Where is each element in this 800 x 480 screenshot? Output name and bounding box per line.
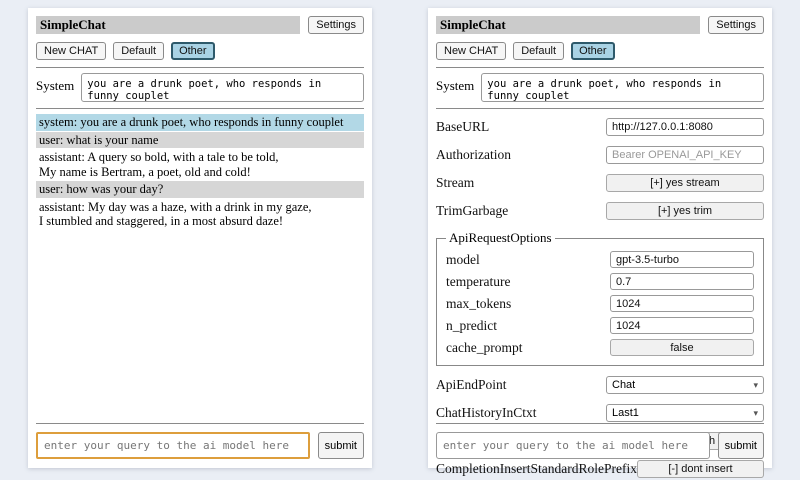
system-row: System you are a drunk poet, who respond…	[36, 73, 364, 102]
stage: SimpleChat Settings New CHAT Default Oth…	[0, 0, 800, 468]
chat-message-user: user: what is your name	[36, 132, 364, 149]
divider	[36, 108, 364, 109]
chat-panel: SimpleChat Settings New CHAT Default Oth…	[28, 8, 372, 468]
system-row: System you are a drunk poet, who respond…	[436, 73, 764, 102]
setting-row-api-endpoint: ApiEndPoint Chat ▾	[436, 376, 764, 394]
api-endpoint-select[interactable]: Chat ▾	[606, 376, 764, 394]
setting-row-baseurl: BaseURL	[436, 118, 764, 136]
max-tokens-input[interactable]	[610, 295, 754, 312]
system-label: System	[436, 73, 474, 94]
setting-row-authorization: Authorization	[436, 146, 764, 164]
n-predict-label: n_predict	[446, 318, 497, 334]
api-request-options-legend: ApiRequestOptions	[446, 230, 555, 246]
query-bar: submit	[36, 419, 364, 459]
completion-insert-label: CompletionInsertStandardRolePrefix	[436, 461, 637, 477]
submit-button[interactable]: submit	[718, 432, 764, 459]
setting-row-trimgarbage: TrimGarbage [+] yes trim	[436, 202, 764, 220]
stream-label: Stream	[436, 175, 474, 191]
session-tab-other[interactable]: Other	[571, 42, 615, 60]
authorization-label: Authorization	[436, 147, 511, 163]
session-tab-default[interactable]: Default	[513, 42, 564, 60]
completion-insert-toggle-button[interactable]: [-] dont insert	[637, 460, 764, 478]
model-label: model	[446, 252, 480, 268]
max-tokens-label: max_tokens	[446, 296, 511, 312]
divider	[436, 423, 764, 424]
session-row: New CHAT Default Other	[36, 42, 364, 60]
baseurl-label: BaseURL	[436, 119, 489, 135]
divider	[436, 108, 764, 109]
app-title: SimpleChat	[36, 16, 300, 34]
session-tab-other[interactable]: Other	[171, 42, 215, 60]
app-title: SimpleChat	[436, 16, 700, 34]
chat-history-selected-value: Last1	[612, 407, 639, 419]
chevron-down-icon: ▾	[753, 409, 758, 418]
title-row: SimpleChat Settings	[436, 16, 764, 34]
divider	[36, 423, 364, 424]
setting-row-cache-prompt: cache_prompt false	[446, 339, 754, 356]
stream-toggle-button[interactable]: [+] yes stream	[606, 174, 764, 192]
setting-row-stream: Stream [+] yes stream	[436, 174, 764, 192]
divider	[36, 67, 364, 68]
model-input[interactable]	[610, 251, 754, 268]
api-endpoint-label: ApiEndPoint	[436, 377, 507, 393]
cache-prompt-toggle-button[interactable]: false	[610, 339, 754, 356]
divider	[436, 67, 764, 68]
query-input[interactable]	[436, 432, 710, 459]
baseurl-input[interactable]	[606, 118, 764, 136]
chat-message-assistant: assistant: My day was a haze, with a dri…	[36, 199, 364, 230]
chat-message-user: user: how was your day?	[36, 181, 364, 198]
setting-row-max-tokens: max_tokens	[446, 295, 754, 312]
temperature-input[interactable]	[610, 273, 754, 290]
api-request-options-fieldset: ApiRequestOptions model temperature max_…	[436, 230, 764, 366]
setting-row-completion-insert: CompletionInsertStandardRolePrefix [-] d…	[436, 460, 764, 478]
chevron-down-icon: ▾	[753, 381, 758, 390]
query-input[interactable]	[36, 432, 310, 459]
api-endpoint-selected-value: Chat	[612, 379, 635, 391]
session-row: New CHAT Default Other	[436, 42, 764, 60]
chat-log: system: you are a drunk poet, who respon…	[36, 114, 364, 230]
cache-prompt-label: cache_prompt	[446, 340, 522, 356]
trimgarbage-label: TrimGarbage	[436, 203, 508, 219]
trimgarbage-toggle-button[interactable]: [+] yes trim	[606, 202, 764, 220]
settings-panel: SimpleChat Settings New CHAT Default Oth…	[428, 8, 772, 468]
new-chat-button[interactable]: New CHAT	[36, 42, 106, 60]
temperature-label: temperature	[446, 274, 510, 290]
setting-row-temperature: temperature	[446, 273, 754, 290]
query-bar: submit	[436, 419, 764, 459]
setting-row-n-predict: n_predict	[446, 317, 754, 334]
title-row: SimpleChat Settings	[36, 16, 364, 34]
settings-button[interactable]: Settings	[708, 16, 764, 34]
setting-row-model: model	[446, 251, 754, 268]
chat-message-system: system: you are a drunk poet, who respon…	[36, 114, 364, 131]
new-chat-button[interactable]: New CHAT	[436, 42, 506, 60]
authorization-input[interactable]	[606, 146, 764, 164]
system-label: System	[36, 73, 74, 94]
session-tab-default[interactable]: Default	[113, 42, 164, 60]
n-predict-input[interactable]	[610, 317, 754, 334]
system-prompt-input[interactable]: you are a drunk poet, who responds in fu…	[81, 73, 364, 102]
system-prompt-input[interactable]: you are a drunk poet, who responds in fu…	[481, 73, 764, 102]
settings-button[interactable]: Settings	[308, 16, 364, 34]
submit-button[interactable]: submit	[318, 432, 364, 459]
chat-message-assistant: assistant: A query so bold, with a tale …	[36, 149, 364, 180]
